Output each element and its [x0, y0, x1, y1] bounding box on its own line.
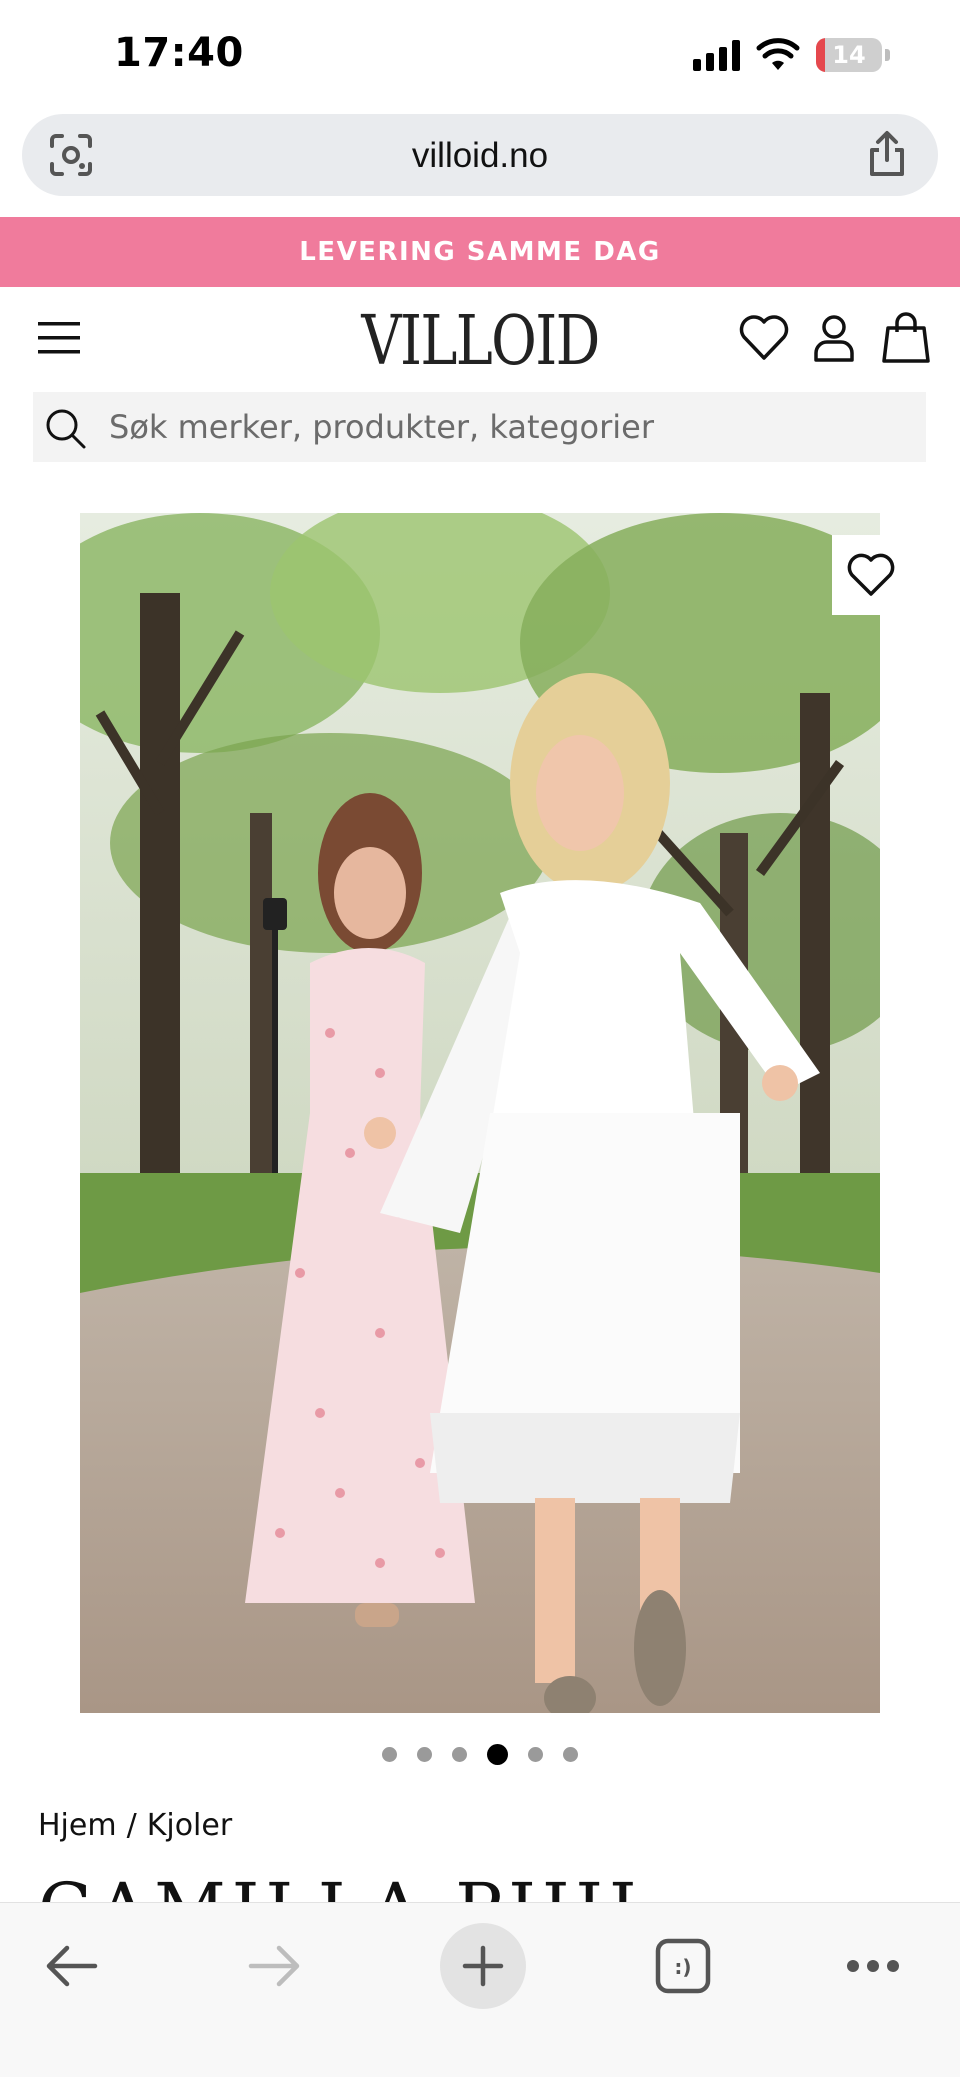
- heart-icon[interactable]: [736, 310, 792, 366]
- hamburger-menu-icon[interactable]: [36, 318, 82, 358]
- carousel-dot[interactable]: [563, 1747, 578, 1762]
- search-bar[interactable]: [33, 392, 926, 462]
- forward-arrow-icon: [248, 1945, 300, 1987]
- battery-level-text: 14: [832, 41, 866, 69]
- product-title: CAMILLA PIHL: [38, 1880, 738, 1902]
- url-text[interactable]: villoid.no: [22, 136, 938, 176]
- address-bar[interactable]: villoid.no: [22, 114, 938, 196]
- wifi-icon: [756, 38, 800, 70]
- back-arrow-icon: [46, 1945, 98, 1987]
- share-icon[interactable]: [864, 130, 910, 178]
- product-image[interactable]: [80, 513, 880, 1713]
- back-button[interactable]: [28, 1923, 114, 2009]
- carousel-dot[interactable]: [382, 1747, 397, 1762]
- promo-text: LEVERING SAMME DAG: [299, 237, 661, 267]
- shopping-bag-icon[interactable]: [878, 310, 934, 366]
- forward-button[interactable]: [232, 1923, 318, 2009]
- carousel-dot[interactable]: [417, 1747, 432, 1762]
- carousel-dots[interactable]: [0, 1744, 960, 1765]
- carousel-dot-active[interactable]: [487, 1744, 508, 1765]
- user-icon[interactable]: [806, 310, 862, 366]
- search-input[interactable]: [109, 392, 909, 462]
- carousel-dot[interactable]: [452, 1747, 467, 1762]
- status-icons: 14: [693, 38, 890, 72]
- product-photo: [80, 513, 880, 1713]
- more-icon: [847, 1960, 899, 1972]
- breadcrumb-category[interactable]: Kjoler: [147, 1808, 233, 1843]
- new-tab-button[interactable]: [440, 1923, 526, 2009]
- search-icon: [46, 409, 86, 449]
- tabs-button[interactable]: :): [640, 1923, 726, 2009]
- plus-icon: [462, 1945, 504, 1987]
- tabs-icon: :): [655, 1938, 711, 1994]
- site-header: VILLOID: [0, 288, 960, 388]
- more-button[interactable]: [830, 1923, 916, 2009]
- breadcrumb-separator: /: [126, 1808, 137, 1843]
- status-time: 17:40: [114, 30, 244, 76]
- tabs-label: :): [674, 1955, 691, 1979]
- browser-toolbar: :): [0, 1902, 960, 2077]
- breadcrumb: Hjem / Kjoler: [38, 1808, 232, 1843]
- promo-banner[interactable]: LEVERING SAMME DAG: [0, 217, 960, 287]
- cellular-signal-icon: [693, 39, 740, 71]
- wishlist-button[interactable]: [832, 535, 910, 615]
- carousel-dot[interactable]: [528, 1747, 543, 1762]
- status-bar: 17:40 14: [0, 0, 960, 110]
- breadcrumb-home[interactable]: Hjem: [38, 1808, 117, 1843]
- heart-icon: [847, 553, 895, 596]
- battery-icon: 14: [816, 38, 882, 72]
